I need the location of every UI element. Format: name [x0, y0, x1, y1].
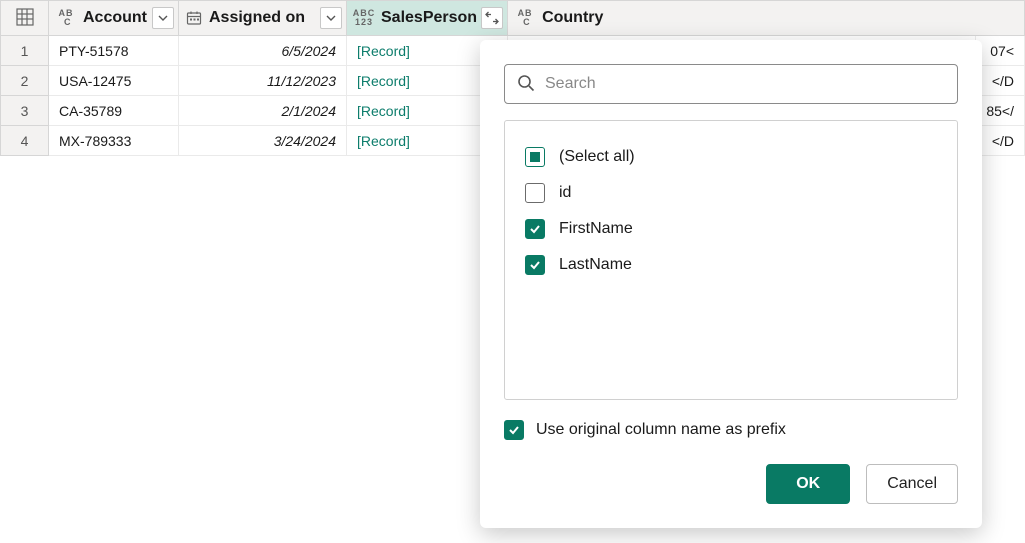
- cell-country-tail[interactable]: 07<: [976, 36, 1025, 66]
- option-select-all[interactable]: (Select all): [525, 139, 937, 175]
- row-number[interactable]: 4: [1, 126, 49, 156]
- type-date-icon: [185, 9, 203, 27]
- checkbox-checked-icon[interactable]: [525, 255, 545, 275]
- column-header-label: Account: [81, 9, 148, 27]
- cell-assigned-on[interactable]: 2/1/2024: [179, 96, 347, 126]
- checkbox-indeterminate-icon[interactable]: [525, 147, 545, 167]
- table-corner[interactable]: [1, 1, 49, 36]
- column-header-account[interactable]: AB C Account: [49, 1, 179, 36]
- header-row: AB C Account Assigned on: [1, 1, 1025, 36]
- cancel-button[interactable]: Cancel: [866, 464, 958, 504]
- cell-country-tail[interactable]: 85</: [976, 96, 1025, 126]
- type-text-icon: AB C: [514, 7, 536, 29]
- column-header-assigned-on[interactable]: Assigned on: [179, 1, 347, 36]
- checkbox-unchecked-icon[interactable]: [525, 183, 545, 203]
- option-lastname[interactable]: LastName: [525, 247, 937, 283]
- cell-assigned-on[interactable]: 3/24/2024: [179, 126, 347, 156]
- column-header-label: Country: [540, 9, 1020, 27]
- search-box[interactable]: [504, 64, 958, 104]
- column-header-label: Assigned on: [207, 9, 316, 27]
- option-label: (Select all): [559, 148, 635, 166]
- use-prefix-row[interactable]: Use original column name as prefix: [504, 420, 958, 440]
- row-number[interactable]: 2: [1, 66, 49, 96]
- cell-account[interactable]: MX-789333: [49, 126, 179, 156]
- option-label: id: [559, 184, 571, 202]
- filter-button[interactable]: [320, 7, 342, 29]
- row-number[interactable]: 1: [1, 36, 49, 66]
- column-header-label: SalesPerson: [379, 9, 477, 27]
- cell-account[interactable]: CA-35789: [49, 96, 179, 126]
- cell-assigned-on[interactable]: 6/5/2024: [179, 36, 347, 66]
- option-firstname[interactable]: FirstName: [525, 211, 937, 247]
- option-label: FirstName: [559, 220, 633, 238]
- ok-button[interactable]: OK: [766, 464, 850, 504]
- column-header-salesperson[interactable]: ABC123 SalesPerson: [347, 1, 508, 36]
- checkbox-checked-icon[interactable]: [504, 420, 524, 440]
- row-number[interactable]: 3: [1, 96, 49, 126]
- expand-button[interactable]: [481, 7, 503, 29]
- search-input[interactable]: [545, 75, 945, 93]
- cell-account[interactable]: PTY-51578: [49, 36, 179, 66]
- chevron-down-icon: [326, 13, 336, 23]
- search-icon: [517, 74, 535, 95]
- checkbox-checked-icon[interactable]: [525, 219, 545, 239]
- column-header-country[interactable]: AB C Country: [508, 1, 1025, 36]
- option-label: LastName: [559, 256, 632, 274]
- cell-account[interactable]: USA-12475: [49, 66, 179, 96]
- expand-columns-popup: (Select all) id FirstName LastName Use o…: [480, 40, 982, 528]
- column-options-list: (Select all) id FirstName LastName: [504, 120, 958, 400]
- table-icon: [16, 8, 34, 26]
- expand-icon: [485, 11, 499, 25]
- type-any-icon: ABC123: [353, 7, 375, 29]
- chevron-down-icon: [158, 13, 168, 23]
- type-text-icon: AB C: [55, 7, 77, 29]
- use-prefix-label: Use original column name as prefix: [536, 421, 786, 439]
- filter-button[interactable]: [152, 7, 174, 29]
- cell-country-tail[interactable]: </D: [976, 126, 1025, 156]
- button-row: OK Cancel: [504, 464, 958, 504]
- cell-country-tail[interactable]: </D: [976, 66, 1025, 96]
- cell-assigned-on[interactable]: 11/12/2023: [179, 66, 347, 96]
- option-id[interactable]: id: [525, 175, 937, 211]
